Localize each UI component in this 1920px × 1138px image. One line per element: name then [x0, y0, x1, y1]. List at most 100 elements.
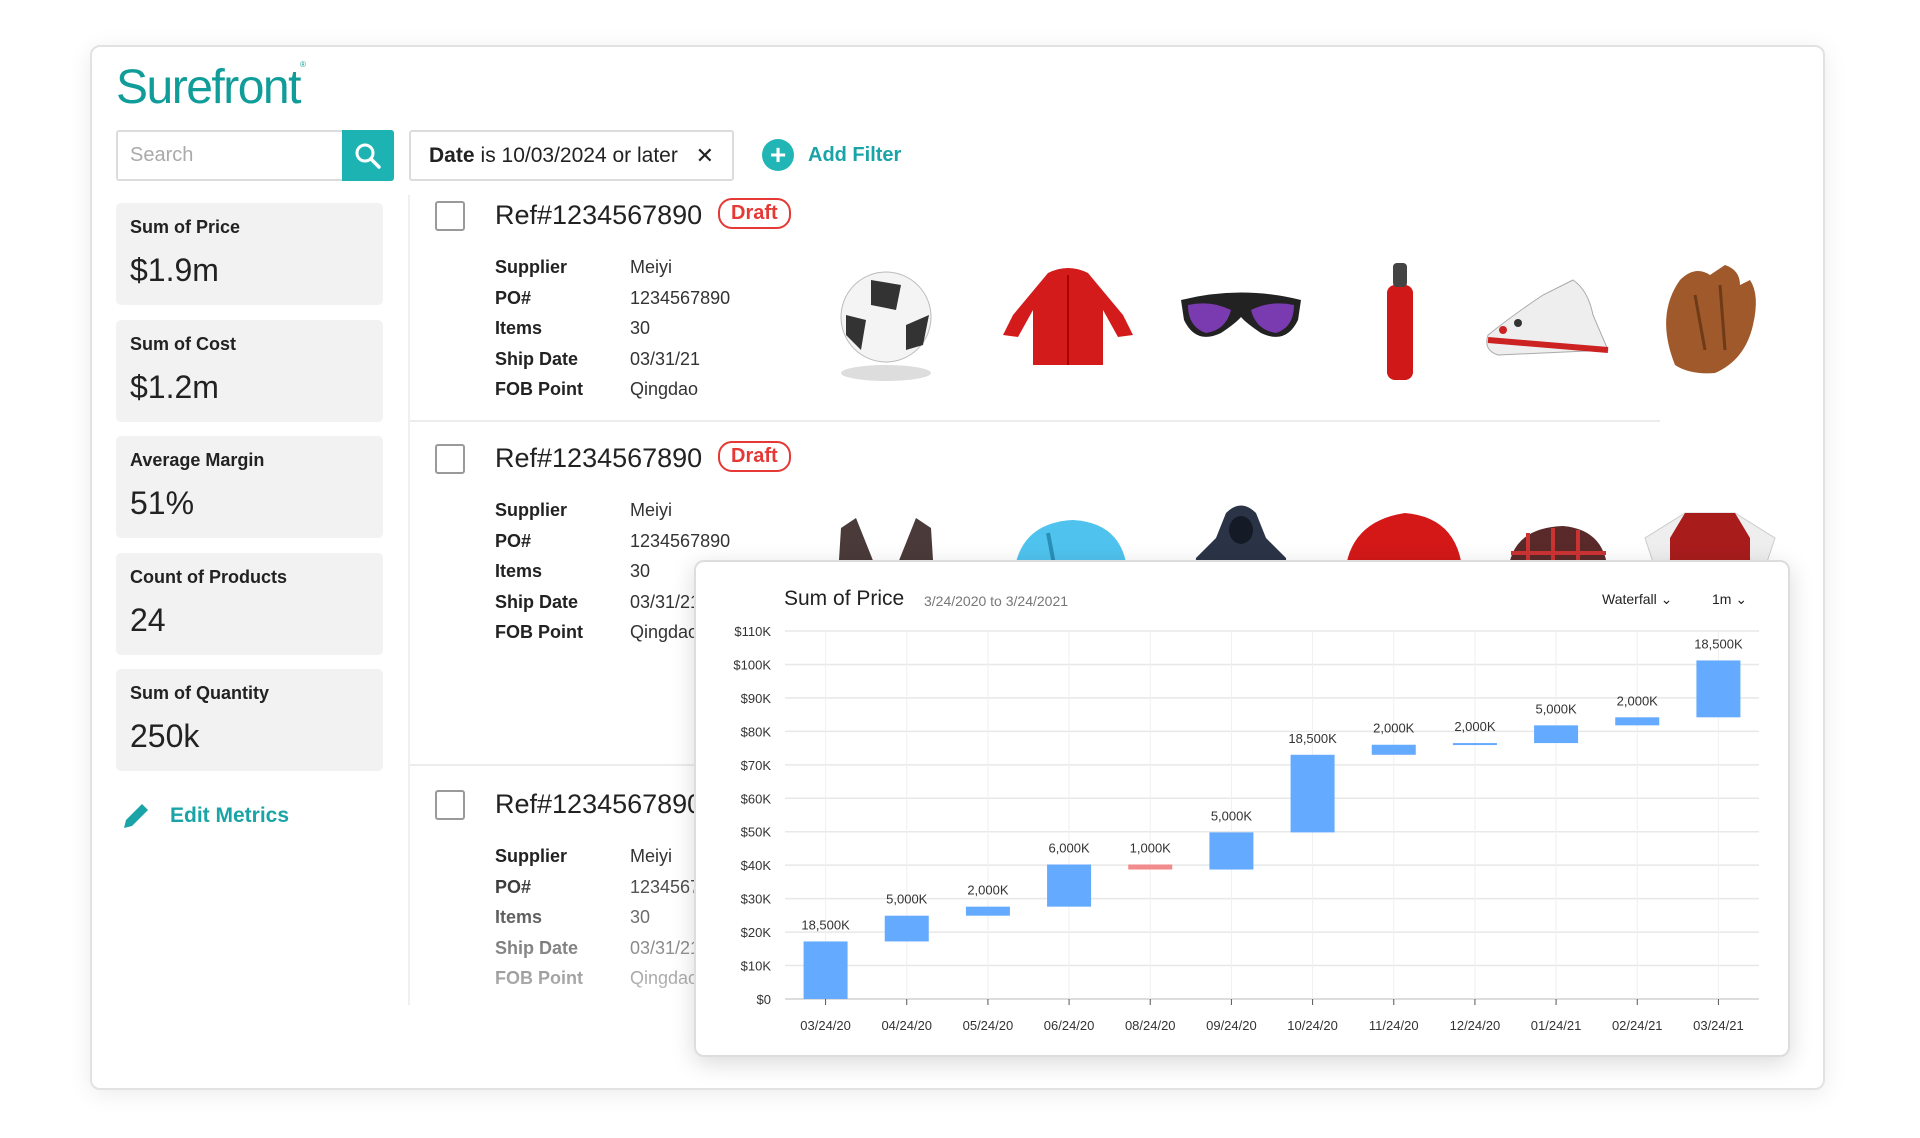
field-value: 1234567890 [630, 530, 731, 551]
data-label: 5,000K [886, 892, 928, 907]
waterfall-bar [884, 915, 929, 942]
waterfall-bar [803, 941, 848, 999]
data-label: 6,000K [1048, 841, 1090, 856]
field-value: 30 [630, 561, 651, 581]
field-value: Qingdao [630, 622, 699, 642]
field-value: Qingdao [630, 379, 699, 399]
search-box [116, 130, 394, 181]
status-badge: Draft [718, 441, 791, 472]
x-tick-label: 05/24/20 [963, 1018, 1014, 1033]
row-checkbox[interactable] [435, 444, 465, 474]
data-label: 2,000K [1373, 721, 1415, 736]
data-label: 2,000K [1617, 693, 1659, 708]
y-tick-label: $100K [733, 657, 771, 672]
y-tick-label: $30K [741, 892, 772, 907]
x-tick-label: 08/24/20 [1125, 1018, 1176, 1033]
y-tick-label: $10K [741, 959, 772, 974]
field-label: Supplier [495, 257, 568, 277]
field-label: Ship Date [495, 348, 579, 369]
y-tick-label: $20K [741, 925, 772, 940]
x-tick-label: 03/24/21 [1693, 1018, 1744, 1033]
x-tick-label: 09/24/20 [1206, 1018, 1257, 1033]
status-badge: Draft [718, 198, 791, 229]
product-image-baseball-glove[interactable] [1635, 255, 1785, 385]
metric-value: 51% [130, 485, 195, 521]
y-tick-label: $110K [734, 624, 771, 639]
order-ref[interactable]: Ref#1234567890 [495, 200, 702, 231]
y-tick-label: $40K [741, 858, 772, 873]
close-icon[interactable]: ✕ [696, 143, 714, 169]
search-input[interactable] [118, 132, 338, 179]
row-divider [410, 420, 1660, 422]
data-label: 18,500K [1288, 731, 1337, 746]
x-tick-label: 12/24/20 [1450, 1018, 1501, 1033]
add-filter-label: Add Filter [808, 143, 902, 166]
field-label: FOB Point [495, 622, 583, 642]
data-label: 5,000K [1535, 701, 1577, 716]
date-filter-chip[interactable]: Date is 10/03/2024 or later ✕ [409, 130, 734, 181]
product-image-red-jacket[interactable] [993, 255, 1143, 385]
y-tick-label: $50K [741, 825, 772, 840]
metric-card: Sum of Quantity 250k [116, 669, 383, 771]
y-tick-label: $0 [757, 992, 771, 1007]
waterfall-bar [1047, 864, 1092, 907]
waterfall-bar [1452, 743, 1497, 746]
waterfall-bar [1128, 864, 1173, 870]
field-label: Supplier [495, 500, 568, 520]
waterfall-bar [1615, 717, 1660, 726]
y-tick-label: $90K [741, 691, 772, 706]
field-value: 1234567890 [630, 287, 731, 308]
x-tick-label: 11/24/20 [1369, 1018, 1419, 1033]
metric-value: 250k [130, 718, 200, 754]
metric-label: Sum of Cost [130, 333, 236, 354]
waterfall-bar [965, 906, 1010, 916]
search-icon [355, 143, 381, 169]
add-filter-button[interactable]: + Add Filter [762, 139, 901, 171]
x-tick-label: 06/24/20 [1044, 1018, 1095, 1033]
metric-label: Sum of Price [130, 217, 241, 237]
waterfall-bar [1290, 754, 1335, 833]
field-label: PO# [495, 530, 532, 551]
field-label: Items [495, 318, 543, 338]
metric-value: 24 [130, 601, 166, 638]
field-label: Ship Date [495, 591, 579, 612]
filter-field: Date [429, 143, 475, 167]
data-label: 2,000K [967, 883, 1009, 898]
product-image-sneaker[interactable] [1473, 255, 1623, 385]
metric-label: Average Margin [130, 450, 265, 470]
product-image-sunglasses[interactable] [1166, 255, 1316, 385]
x-tick-label: 02/24/21 [1612, 1018, 1663, 1033]
metric-card: Sum of Cost $1.2m [116, 319, 383, 422]
waterfall-bar [1371, 744, 1416, 755]
metric-label: Count of Products [130, 566, 287, 587]
y-tick-label: $70K [741, 758, 772, 773]
x-tick-label: 04/24/20 [881, 1018, 932, 1033]
data-label: 18,500K [1694, 636, 1743, 651]
field-label: FOB Point [495, 379, 583, 399]
y-tick-label: $80K [741, 724, 772, 739]
metric-card: Sum of Price $1.9m [116, 203, 383, 305]
order-ref[interactable]: Ref#1234567890 [495, 443, 702, 474]
fade-overlay [410, 860, 710, 1010]
row-checkbox[interactable] [435, 790, 465, 820]
field-label: Items [495, 561, 543, 581]
order-ref[interactable]: Ref#1234567890 [495, 789, 702, 820]
field-value: 03/31/21 [630, 591, 701, 612]
plus-circle-icon: + [762, 139, 794, 171]
waterfall-bar [1209, 832, 1254, 870]
metric-card: Count of Products 24 [116, 552, 383, 655]
field-value: Meiyi [630, 500, 673, 520]
edit-metrics-button[interactable]: Edit Metrics [120, 800, 289, 832]
search-button[interactable] [342, 130, 394, 181]
row-checkbox[interactable] [435, 201, 465, 231]
metric-value: $1.9m [130, 252, 219, 288]
x-tick-label: 01/24/21 [1531, 1018, 1582, 1033]
field-label: PO# [495, 287, 532, 308]
filter-condition: is 10/03/2024 or later [480, 143, 678, 167]
surefront-logo: Surefront® [116, 60, 306, 114]
data-label: 2,000K [1454, 719, 1496, 734]
waterfall-plot: $0 $10K $20K $30K $40K $50K $60K $70K $80K $90K $1… [733, 624, 1759, 1033]
field-value: Meiyi [630, 257, 673, 277]
product-image-soccer-ball[interactable] [811, 255, 961, 385]
product-image-red-water-bottle[interactable] [1325, 255, 1475, 385]
